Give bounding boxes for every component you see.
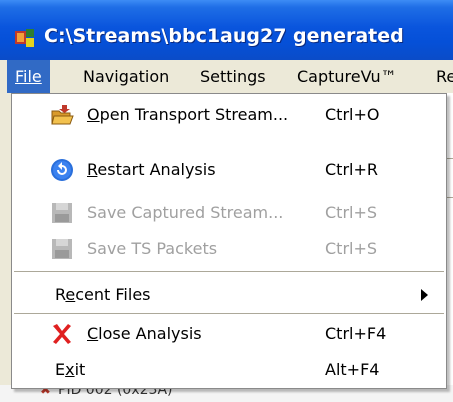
window-title: C:\Streams\bbc1aug27 generated <box>44 25 404 47</box>
menu-bar: File Navigation Settings CaptureVu™ Re <box>0 60 453 93</box>
close-x-icon <box>53 324 71 344</box>
app-icon <box>15 29 34 47</box>
menu-item-restart-analysis[interactable]: Restart Analysis Ctrl+R <box>12 151 446 188</box>
menu-item-open-transport-stream[interactable]: Open Transport Stream... Ctrl+O <box>12 96 446 133</box>
save-disk-icon <box>52 203 72 223</box>
shortcut-label: Ctrl+S <box>325 203 378 222</box>
menu-file[interactable]: File <box>7 60 50 93</box>
open-folder-icon <box>51 105 74 125</box>
menu-separator <box>14 313 444 314</box>
submenu-arrow-icon <box>421 289 428 301</box>
shortcut-label: Ctrl+R <box>325 160 378 179</box>
file-menu-dropdown: Open Transport Stream... Ctrl+O Restart … <box>11 93 447 389</box>
shortcut-label: Alt+F4 <box>325 360 380 379</box>
menu-item-exit[interactable]: Exit Alt+F4 <box>12 351 446 388</box>
save-disk-icon <box>52 239 72 259</box>
menu-item-close-analysis[interactable]: Close Analysis Ctrl+F4 <box>12 315 446 352</box>
shortcut-label: Ctrl+O <box>325 105 380 124</box>
restart-icon <box>51 159 73 181</box>
menu-item-save-ts-packets[interactable]: Save TS Packets Ctrl+S <box>12 230 446 267</box>
menu-capturevu[interactable]: CaptureVu™ <box>297 60 397 93</box>
menu-item-recent-files[interactable]: Recent Files <box>12 276 446 313</box>
menu-item-save-captured-stream[interactable]: Save Captured Stream... Ctrl+S <box>12 194 446 231</box>
menu-navigation[interactable]: Navigation <box>83 60 169 93</box>
menu-settings[interactable]: Settings <box>200 60 266 93</box>
shortcut-label: Ctrl+S <box>325 239 378 258</box>
menu-separator <box>14 271 444 272</box>
shortcut-label: Ctrl+F4 <box>325 324 387 343</box>
menu-re[interactable]: Re <box>436 60 453 93</box>
title-bar[interactable]: C:\Streams\bbc1aug27 generated <box>0 0 453 60</box>
